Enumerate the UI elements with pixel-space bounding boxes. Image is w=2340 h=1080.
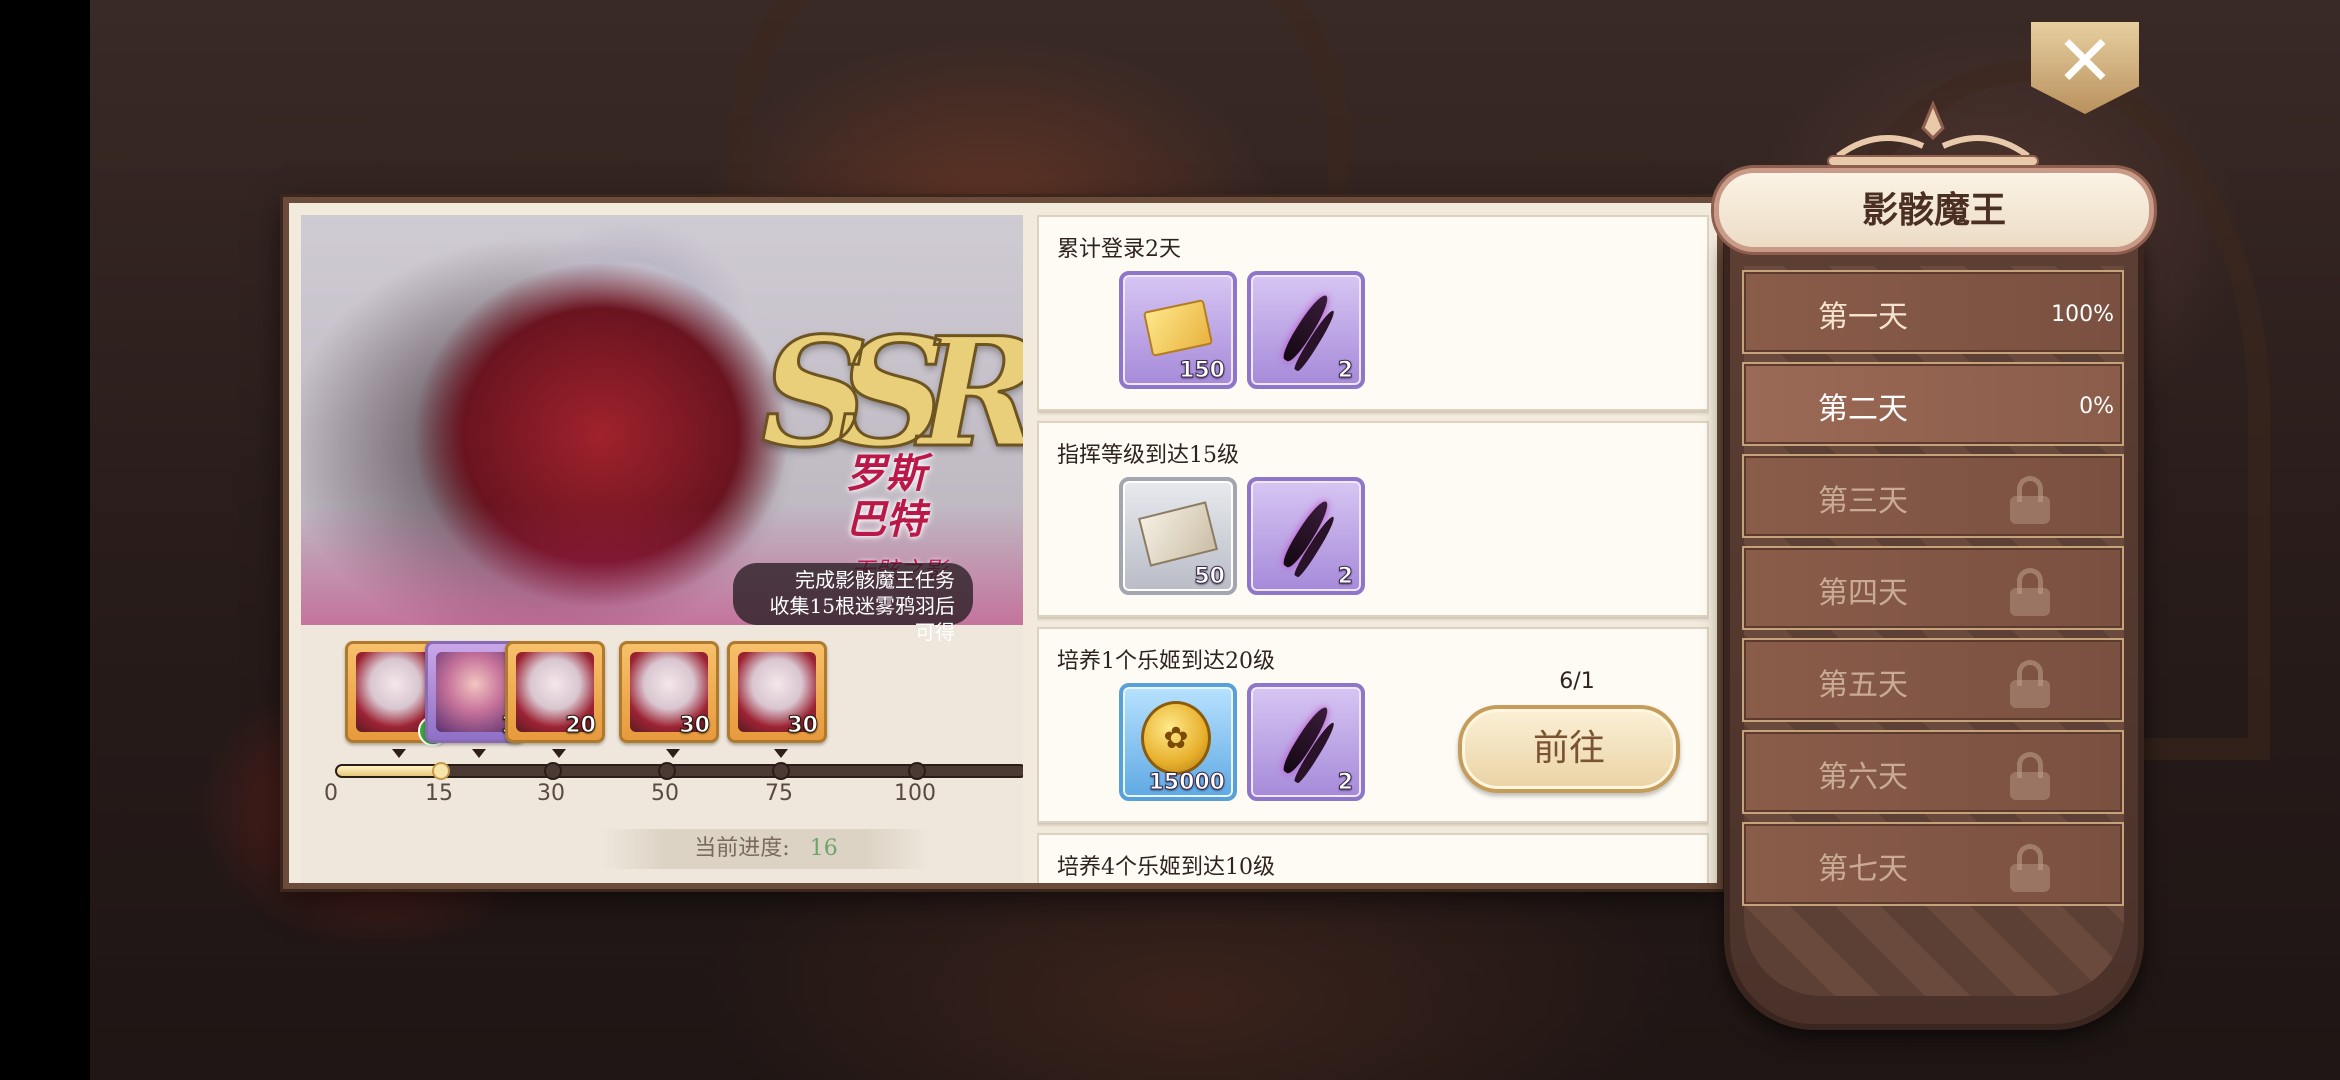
day-progress-percent: 0% bbox=[2079, 394, 2114, 419]
reward-item[interactable]: 50 bbox=[1119, 477, 1237, 595]
reward-item[interactable]: 2 bbox=[1247, 683, 1365, 801]
progress-milestone-dot bbox=[544, 762, 562, 780]
milestone-count: 30 bbox=[787, 713, 819, 739]
character-name: 罗斯巴特 bbox=[846, 450, 926, 543]
day-tab[interactable]: 第七天 bbox=[1742, 822, 2124, 906]
reward-item[interactable]: ✿ 15000 bbox=[1119, 683, 1237, 801]
close-x-icon: ✕ bbox=[2055, 20, 2115, 102]
milestone-count: 20 bbox=[565, 713, 597, 739]
pointer-triangle-icon bbox=[472, 749, 486, 758]
task-progress-count: 6/1 bbox=[1559, 669, 1595, 694]
milestone-reward-card[interactable]: 30 bbox=[619, 641, 719, 758]
day-tab[interactable]: 第二天 0% bbox=[1742, 362, 2124, 446]
current-progress: 当前进度: 16 bbox=[601, 829, 931, 869]
reward-count: 50 bbox=[1194, 564, 1226, 590]
task-title: 指挥等级到达15级 bbox=[1057, 443, 1239, 468]
progress-milestone-dot bbox=[658, 762, 676, 780]
lock-icon bbox=[2008, 568, 2052, 616]
day-list-panel bbox=[1724, 240, 2144, 1030]
day-label: 第二天 bbox=[1818, 392, 1908, 427]
progress-tick-label: 100 bbox=[894, 781, 936, 806]
progress-tick-label: 75 bbox=[765, 781, 793, 806]
unlock-hint-line1: 完成影骸魔王任务 bbox=[795, 568, 955, 592]
lock-icon bbox=[2008, 660, 2052, 708]
day-label: 第一天 bbox=[1818, 300, 1908, 335]
raven-feather-icon bbox=[1271, 703, 1341, 777]
task-item: 指挥等级到达15级 50 2 bbox=[1037, 421, 1709, 617]
day-label: 第三天 bbox=[1818, 484, 1908, 519]
day-progress-percent: 100% bbox=[2051, 302, 2114, 327]
day-label: 第六天 bbox=[1818, 760, 1908, 795]
current-progress-label: 当前进度: bbox=[694, 836, 790, 861]
side-title: 影骸魔王 bbox=[1714, 168, 2154, 252]
reward-count: 2 bbox=[1337, 564, 1353, 590]
progress-tick-label: 15 bbox=[425, 781, 453, 806]
reward-count: 2 bbox=[1337, 770, 1353, 796]
reward-item[interactable]: 2 bbox=[1247, 271, 1365, 389]
reward-count: 15000 bbox=[1148, 770, 1226, 796]
day-tab[interactable]: 第三天 bbox=[1742, 454, 2124, 538]
pointer-triangle-icon bbox=[552, 749, 566, 758]
task-title: 累计登录2天 bbox=[1057, 237, 1181, 262]
go-button[interactable]: 前往 bbox=[1458, 705, 1680, 793]
lock-icon bbox=[2008, 476, 2052, 524]
raven-feather-icon bbox=[1271, 291, 1341, 365]
character-showcase: SSR 罗斯巴特 无骸之影 完成影骸魔王任务 收集15根迷雾鸦羽后可得 ✓120… bbox=[301, 215, 1023, 883]
task-title: 培养4个乐姬到达10级 bbox=[1057, 855, 1275, 880]
current-progress-value: 16 bbox=[809, 836, 838, 861]
task-list[interactable]: 累计登录2天 150 2 指挥等级到达15级 50 2 培养1个乐姬到达20级 bbox=[1037, 215, 1709, 883]
lock-icon bbox=[2008, 752, 2052, 800]
book-quill-icon bbox=[1137, 499, 1219, 569]
raven-feather-icon bbox=[1271, 497, 1341, 571]
day-tab[interactable]: 第四天 bbox=[1742, 546, 2124, 630]
crest-ornament-icon bbox=[1827, 100, 2039, 167]
gold-coin-icon: ✿ bbox=[1141, 701, 1211, 775]
reward-count: 150 bbox=[1179, 358, 1226, 384]
progress-tick-label: 50 bbox=[651, 781, 679, 806]
progress-track bbox=[335, 762, 1023, 780]
milestone-count: 30 bbox=[679, 713, 711, 739]
pointer-triangle-icon bbox=[392, 749, 406, 758]
progress-milestone-dot bbox=[432, 762, 450, 780]
day-tab[interactable]: 第六天 bbox=[1742, 730, 2124, 814]
day-label: 第五天 bbox=[1818, 668, 1908, 703]
task-item: 累计登录2天 150 2 bbox=[1037, 215, 1709, 411]
progress-tick-label: 0 bbox=[324, 781, 338, 806]
ticket-icon bbox=[1142, 293, 1214, 363]
milestone-reward-card[interactable]: 20 bbox=[505, 641, 605, 758]
day-tab[interactable]: 第一天 100% bbox=[1742, 270, 2124, 354]
lock-icon bbox=[2008, 844, 2052, 892]
unlock-hint: 完成影骸魔王任务 收集15根迷雾鸦羽后可得 bbox=[733, 563, 973, 644]
pointer-triangle-icon bbox=[774, 749, 788, 758]
milestone-rewards: ✓1203030 bbox=[301, 625, 1023, 758]
reward-item[interactable]: 150 bbox=[1119, 271, 1237, 389]
day-tab[interactable]: 第五天 bbox=[1742, 638, 2124, 722]
milestone-reward-card[interactable]: 30 bbox=[727, 641, 827, 758]
reward-count: 2 bbox=[1337, 358, 1353, 384]
progress-milestone-dot bbox=[772, 762, 790, 780]
day-label: 第四天 bbox=[1818, 576, 1908, 611]
progress-milestone-dot bbox=[908, 762, 926, 780]
day-label: 第七天 bbox=[1818, 852, 1908, 887]
task-title: 培养1个乐姬到达20级 bbox=[1057, 649, 1275, 674]
task-item: 培养4个乐姬到达10级 bbox=[1037, 833, 1709, 883]
pointer-triangle-icon bbox=[666, 749, 680, 758]
task-item: 培养1个乐姬到达20级 ✿ 15000 2 6/1 前往 bbox=[1037, 627, 1709, 823]
progress-tick-label: 30 bbox=[537, 781, 565, 806]
reward-item[interactable]: 2 bbox=[1247, 477, 1365, 595]
event-panel: SSR 罗斯巴特 无骸之影 完成影骸魔王任务 收集15根迷雾鸦羽后可得 ✓120… bbox=[283, 197, 1723, 889]
